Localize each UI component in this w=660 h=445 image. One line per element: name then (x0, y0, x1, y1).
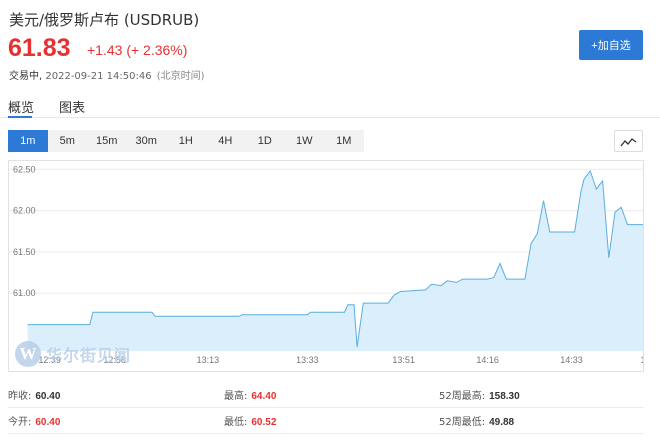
x-tick-label: 14:16 (476, 355, 499, 365)
y-tick-label: 61.00 (13, 288, 36, 298)
range-1mo[interactable]: 1M (324, 130, 364, 152)
range-selector: 1m 5m 15m 30m 1H 4H 1D 1W 1M (8, 130, 364, 152)
price-area (27, 170, 643, 351)
watermark-text: 华尔街见闻 (46, 346, 132, 365)
timezone-label: (北京时间) (156, 71, 205, 82)
watermark-logo: W (15, 341, 41, 367)
price-change: +1.43 (+ 2.36%) (87, 42, 188, 58)
y-tick-label: 62.00 (13, 206, 36, 216)
stat-52w-low: 52周最低: 49.88 (439, 417, 515, 428)
range-4h[interactable]: 4H (205, 130, 245, 152)
range-1h[interactable]: 1H (166, 130, 206, 152)
stat-open: 今开: 60.40 (8, 417, 61, 428)
x-tick-label: 14:33 (560, 355, 583, 365)
range-1d[interactable]: 1D (245, 130, 285, 152)
x-tick-label: 13:51 (392, 355, 415, 365)
stat-prev-close: 昨收: 60.40 (8, 391, 61, 402)
add-watchlist-button[interactable]: +加自选 (579, 30, 643, 60)
stat-high: 最高: 64.40 (224, 391, 277, 402)
trade-status: 交易中, 2022-09-21 14:50:46 (北京时间) (9, 67, 205, 82)
tabs-divider (0, 117, 660, 118)
stats-row: 昨收: 60.40 最高: 64.40 52周最高: 158.30 (8, 382, 644, 408)
chart-canvas: 62.5062.0061.5061.00 12:39 12:56 13:13 13:3… (9, 164, 643, 365)
stat-low: 最低: 60.52 (224, 417, 277, 428)
range-1m[interactable]: 1m (8, 130, 48, 152)
main-tabs: 概览 图表 (0, 93, 660, 118)
y-tick-label: 61.50 (13, 247, 36, 257)
y-axis-ticks: 62.50 62.00 61.50 61.00 (13, 164, 36, 298)
tab-overview[interactable]: 概览 (8, 97, 34, 116)
watermark: W 华尔街见闻 (15, 341, 131, 367)
chart-type-button[interactable] (614, 130, 643, 152)
range-1w[interactable]: 1W (284, 130, 324, 152)
x-tick-label: 13:33 (296, 355, 319, 365)
x-tick-label: 14:5 (640, 355, 643, 365)
range-15m[interactable]: 15m (87, 130, 127, 152)
stat-52w-high: 52周最高: 158.30 (439, 391, 520, 402)
range-30m[interactable]: 30m (126, 130, 166, 152)
status-label: 交易中, (9, 71, 43, 82)
line-chart-icon (620, 137, 637, 146)
current-price: 61.83 (8, 34, 71, 62)
y-tick-label: 62.50 (13, 164, 36, 174)
stats-row: 今开: 60.40 最低: 60.52 52周最低: 49.88 (8, 408, 644, 434)
timestamp: 2022-09-21 14:50:46 (45, 71, 152, 82)
range-5m[interactable]: 5m (47, 130, 87, 152)
x-tick-label: 13:13 (197, 355, 220, 365)
active-tab-indicator (8, 116, 32, 118)
page-title: 美元/俄罗斯卢布 (USDRUB) (9, 11, 200, 29)
tab-chart[interactable]: 图表 (59, 97, 85, 116)
